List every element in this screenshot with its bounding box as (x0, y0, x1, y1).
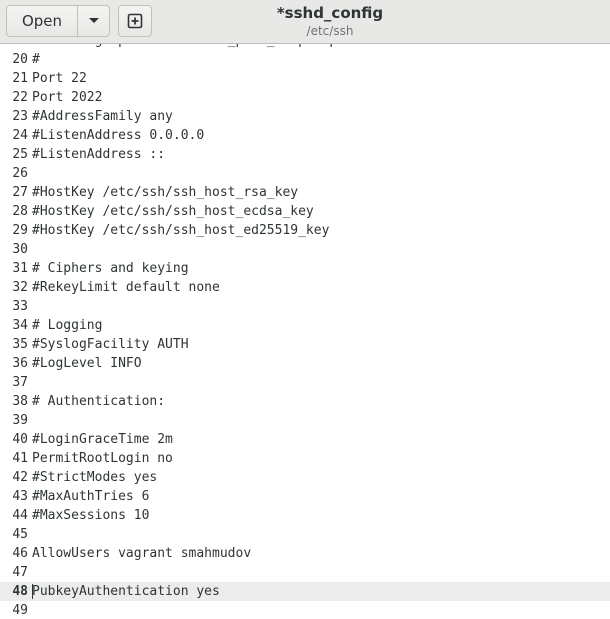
editor-line[interactable]: 45 (0, 525, 610, 544)
editor-line[interactable]: 29 #HostKey /etc/ssh/ssh_host_ed25519_key (0, 221, 610, 240)
line-number: 20 (12, 52, 28, 67)
line-number: 33 (12, 299, 28, 314)
editor-line[interactable]: 44 #MaxSessions 10 (0, 506, 610, 525)
line-number: 34 (12, 318, 28, 333)
editor-line[interactable]: 26 (0, 164, 610, 183)
line-number: 44 (12, 508, 28, 523)
window-title-area: *sshd_config /etc/ssh (210, 4, 450, 40)
editor-line[interactable]: 48 PubkeyAuthentication yes (0, 582, 610, 601)
line-number: 43 (12, 489, 28, 504)
line-number: 22 (12, 90, 28, 105)
line-number: 45 (12, 527, 28, 542)
editor-line[interactable]: 22 Port 2022 (0, 88, 610, 107)
line-text: #MaxAuthTries 6 (32, 489, 150, 504)
line-number: 49 (12, 603, 28, 618)
line-text: #HostKey /etc/ssh/ssh_host_ed25519_key (32, 223, 330, 238)
editor-line[interactable]: 36 #LogLevel INFO (0, 354, 610, 373)
editor-line[interactable]: 49 (0, 601, 610, 619)
editor-line[interactable]: 37 (0, 373, 610, 392)
editor-line[interactable]: 43 #MaxAuthTries 6 (0, 487, 610, 506)
editor-lines: 19# semanage port -a -t ssh_port_t -p tc… (0, 44, 610, 619)
document-path: /etc/ssh (306, 24, 354, 38)
header-bar: Open *sshd_config /etc/ssh (0, 0, 610, 44)
line-number: 21 (12, 71, 28, 86)
line-text: #LogLevel INFO (32, 356, 142, 371)
editor-line[interactable]: 33 (0, 297, 610, 316)
editor-line[interactable]: 25 #ListenAddress :: (0, 145, 610, 164)
line-text: #RekeyLimit default none (32, 280, 220, 295)
editor-line[interactable]: 40 #LoginGraceTime 2m (0, 430, 610, 449)
open-button[interactable]: Open (7, 6, 78, 36)
line-number: 29 (12, 223, 28, 238)
new-tab-icon (127, 13, 143, 29)
line-text: AllowUsers vagrant smahmudov (32, 546, 252, 561)
line-number: 47 (12, 565, 28, 580)
line-number: 27 (12, 185, 28, 200)
line-number: 38 (12, 394, 28, 409)
editor-line[interactable]: 35 #SyslogFacility AUTH (0, 335, 610, 354)
line-text: Port 22 (32, 71, 87, 86)
editor-line[interactable]: 28 #HostKey /etc/ssh/ssh_host_ecdsa_key (0, 202, 610, 221)
editor-line[interactable]: 31 # Ciphers and keying (0, 259, 610, 278)
editor-line[interactable]: 34 # Logging (0, 316, 610, 335)
line-text: #ListenAddress 0.0.0.0 (32, 128, 205, 143)
editor-line[interactable]: 21 Port 22 (0, 69, 610, 88)
line-text: # (32, 52, 40, 67)
line-number: 39 (12, 413, 28, 428)
editor-line[interactable]: 41 PermitRootLogin no (0, 449, 610, 468)
line-number: 35 (12, 337, 28, 352)
text-cursor (32, 584, 33, 599)
editor-line[interactable]: 24 #ListenAddress 0.0.0.0 (0, 126, 610, 145)
editor-line[interactable]: 42 #StrictModes yes (0, 468, 610, 487)
editor-line[interactable]: 39 (0, 411, 610, 430)
line-number: 24 (12, 128, 28, 143)
chevron-down-icon (88, 18, 99, 23)
line-text: PermitRootLogin no (32, 451, 173, 466)
line-number: 40 (12, 432, 28, 447)
text-editor[interactable]: 19# semanage port -a -t ssh_port_t -p tc… (0, 44, 610, 619)
editor-line[interactable]: 38 # Authentication: (0, 392, 610, 411)
line-number: 46 (12, 546, 28, 561)
line-number: 30 (12, 242, 28, 257)
editor-line[interactable]: 30 (0, 240, 610, 259)
line-text: #StrictModes yes (32, 470, 158, 485)
editor-line[interactable]: 27 #HostKey /etc/ssh/ssh_host_rsa_key (0, 183, 610, 202)
line-number: 32 (12, 280, 28, 295)
line-text: PubkeyAuthentication yes (32, 584, 220, 599)
editor-line[interactable]: 46 AllowUsers vagrant smahmudov (0, 544, 610, 563)
open-button-group: Open (6, 5, 110, 37)
line-text: Port 2022 (32, 90, 103, 105)
line-text: # Logging (32, 318, 103, 333)
line-text: #HostKey /etc/ssh/ssh_host_ecdsa_key (32, 204, 314, 219)
line-number: 37 (12, 375, 28, 390)
line-text: #SyslogFacility AUTH (32, 337, 189, 352)
line-text: #MaxSessions 10 (32, 508, 150, 523)
line-number: 41 (12, 451, 28, 466)
editor-line[interactable]: 23 #AddressFamily any (0, 107, 610, 126)
line-text: # Authentication: (32, 394, 166, 409)
new-tab-button[interactable] (118, 5, 152, 37)
editor-line[interactable]: 32 #RekeyLimit default none (0, 278, 610, 297)
document-title: *sshd_config (276, 4, 384, 22)
line-text: #LoginGraceTime 2m (32, 432, 173, 447)
line-number: 26 (12, 166, 28, 181)
line-text: #HostKey /etc/ssh/ssh_host_rsa_key (32, 185, 299, 200)
line-text: #AddressFamily any (32, 109, 173, 124)
line-number: 48 (12, 584, 28, 599)
line-number: 23 (12, 109, 28, 124)
line-number: 36 (12, 356, 28, 371)
editor-line[interactable]: 47 (0, 563, 610, 582)
line-number: 42 (12, 470, 28, 485)
editor-line[interactable]: 20 # (0, 50, 610, 69)
line-text: # Ciphers and keying (32, 261, 189, 276)
line-text: #ListenAddress :: (32, 147, 166, 162)
recent-files-menu-button[interactable] (78, 6, 109, 36)
line-number: 28 (12, 204, 28, 219)
line-number: 31 (12, 261, 28, 276)
line-number: 25 (12, 147, 28, 162)
